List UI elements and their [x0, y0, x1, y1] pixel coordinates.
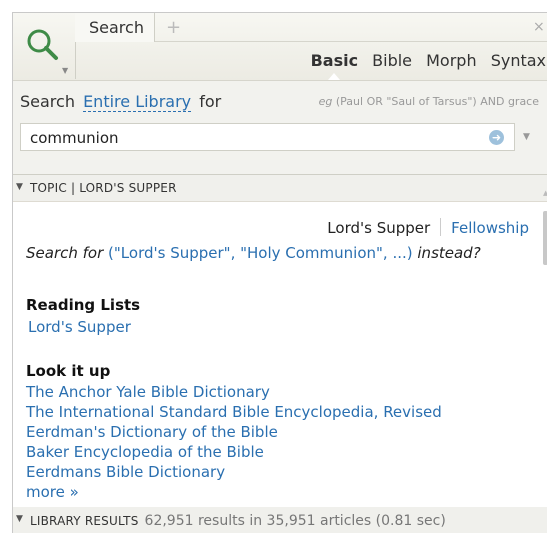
library-results-title: LIBRARY RESULTS	[30, 514, 139, 528]
library-results-label: LIBRARY RESULTS 62,951 results in 35,951 …	[30, 513, 446, 529]
topic-section-title: TOPIC | LORD'S SUPPER	[30, 181, 177, 195]
scope-dropdown[interactable]: Entire Library	[83, 92, 192, 112]
tab-label: Search	[89, 18, 144, 37]
search-field[interactable]: ➜	[20, 123, 515, 151]
scrollbar[interactable]: ▲	[543, 175, 547, 533]
lookup-heading: Look it up	[26, 362, 111, 380]
close-icon[interactable]: ×	[533, 19, 545, 35]
search-input[interactable]	[28, 128, 472, 148]
reading-list-link[interactable]: Lord's Supper	[28, 318, 131, 336]
chevron-down-icon: ▼	[62, 66, 69, 75]
search-mode-tabs: Basic Bible Morph Syntax	[302, 51, 546, 70]
mode-bible[interactable]: Bible	[372, 51, 412, 70]
topic-lords-supper[interactable]: Lord's Supper	[327, 219, 430, 237]
mode-basic[interactable]: Basic	[311, 51, 358, 70]
suggest-suffix: instead?	[417, 244, 481, 262]
topic-separator	[440, 218, 442, 236]
search-menu-button[interactable]: ▼	[13, 13, 76, 79]
lookup-link[interactable]: The International Standard Bible Encyclo…	[26, 403, 442, 421]
magnifier-icon	[27, 29, 58, 60]
suggest-link[interactable]: ("Lord's Supper", "Holy Communion", ...)	[108, 244, 413, 262]
collapse-triangle-icon: ▼	[16, 514, 24, 524]
scroll-thumb[interactable]	[543, 211, 547, 265]
example-prefix: eg	[318, 95, 333, 108]
more-link[interactable]: more »	[26, 483, 79, 501]
lookup-link[interactable]: Eerdman's Dictionary of the Bible	[26, 423, 278, 441]
example-text: (Paul OR "Saul of Tarsus") AND grace	[335, 95, 539, 108]
library-results-header[interactable]: ▼ LIBRARY RESULTS 62,951 results in 35,95…	[13, 507, 547, 533]
search-options: Search Entire Library for eg (Paul OR "S…	[13, 81, 547, 175]
topic-section-header[interactable]: ▼ TOPIC | LORD'S SUPPER	[13, 175, 547, 202]
for-word: for	[199, 92, 222, 111]
panel-header: ▼ Search + × Basic Bible Morph Syntax	[13, 13, 547, 81]
go-arrow-icon[interactable]: ➜	[489, 130, 504, 145]
tab-divider	[155, 41, 547, 42]
topic-links: Lord's Supper Fellowship	[327, 218, 529, 237]
lookup-link[interactable]: Baker Encyclopedia of the Bible	[26, 443, 264, 461]
topic-content: Lord's Supper Fellowship Search for ("Lor…	[13, 201, 541, 501]
mode-morph[interactable]: Morph	[426, 51, 476, 70]
mode-syntax[interactable]: Syntax	[491, 51, 546, 70]
suggest-prefix: Search for	[26, 244, 104, 262]
search-panel: ▼ Search + × Basic Bible Morph Syntax Se…	[12, 12, 547, 533]
search-word: Search	[20, 92, 75, 111]
example-hint: eg (Paul OR "Saul of Tarsus") AND grace	[319, 95, 539, 108]
library-results-meta: 62,951 results in 35,951 articles (0.81 …	[144, 513, 446, 529]
lookup-link[interactable]: The Anchor Yale Bible Dictionary	[26, 383, 270, 401]
topic-fellowship[interactable]: Fellowship	[451, 219, 529, 237]
reading-lists-heading: Reading Lists	[26, 296, 141, 314]
add-tab-button[interactable]: +	[166, 17, 181, 38]
alternate-search-suggestion: Search for ("Lord's Supper", "Holy Commu…	[26, 244, 481, 262]
scroll-up-icon[interactable]: ▲	[543, 189, 547, 197]
lookup-link[interactable]: Eerdmans Bible Dictionary	[26, 463, 225, 481]
history-dropdown-icon[interactable]: ▼	[523, 132, 530, 142]
scope-row: Search Entire Library for	[20, 92, 222, 112]
tab-search[interactable]: Search	[75, 13, 155, 42]
collapse-triangle-icon: ▼	[16, 182, 24, 192]
